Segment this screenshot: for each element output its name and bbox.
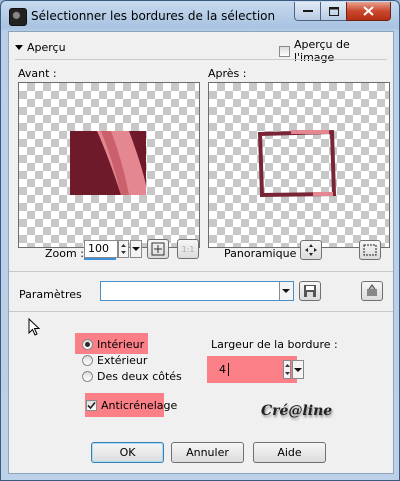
params-label: Paramètres (19, 288, 82, 301)
checkmark-icon (87, 401, 96, 410)
radio-outside-dot[interactable] (82, 355, 93, 366)
show-image-checkbox[interactable]: Aperçu de l'image (279, 38, 393, 64)
mouse-cursor-icon (28, 318, 40, 336)
title-bar[interactable]: Sélectionner les bordures de la sélectio… (1, 1, 399, 31)
chevron-down-icon (132, 247, 140, 251)
marquee-icon (363, 244, 377, 256)
params-preset-dropdown[interactable] (100, 281, 294, 301)
antialias-label: Anticrénelage (101, 399, 178, 412)
spin-arrows-icon (285, 364, 290, 375)
radio-inside-dot[interactable] (82, 339, 93, 350)
move-icon (305, 244, 317, 256)
spin-arrows-icon (121, 244, 126, 254)
save-preset-button[interactable] (299, 281, 321, 301)
divider (9, 271, 393, 272)
ok-button[interactable]: OK (91, 442, 164, 463)
help-button[interactable]: Aide (253, 442, 326, 463)
minimize-button[interactable] (294, 2, 321, 21)
zoom-fit-icon (151, 242, 165, 256)
radio-inside[interactable]: Intérieur (82, 338, 144, 351)
chevron-down-icon (294, 368, 302, 372)
before-image (70, 131, 146, 195)
after-label: Après : (208, 67, 247, 80)
cancel-button[interactable]: Annuler (171, 442, 244, 463)
show-image-label: Aperçu de l'image (293, 38, 350, 64)
chevron-down-icon (282, 289, 290, 293)
zoom-dropdown-button[interactable] (130, 240, 142, 258)
collapse-triangle-icon (15, 44, 23, 50)
border-width-dropdown-button[interactable] (292, 360, 304, 379)
antialias-checkbox[interactable]: Anticrénelage (86, 399, 177, 412)
cancel-button-label: Annuler (186, 446, 229, 459)
window-title: Sélectionner les bordures de la sélectio… (31, 9, 276, 23)
close-button[interactable] (346, 2, 391, 21)
maximize-icon (328, 6, 339, 16)
radio-inside-label: Intérieur (97, 338, 145, 351)
before-label: Avant : (18, 67, 57, 80)
zoom-value: 100 (88, 242, 109, 255)
antialias-check-box[interactable] (86, 400, 97, 411)
close-icon (363, 6, 374, 16)
divider (15, 59, 387, 60)
ok-button-label: OK (119, 446, 136, 459)
app-icon (9, 8, 27, 26)
zoom-slider-track[interactable] (84, 258, 116, 260)
text-caret (228, 363, 229, 376)
show-image-check-box[interactable] (279, 45, 290, 57)
watermark-signature: Cré@line (261, 403, 333, 419)
dialog-client-area: Aperçu Aperçu de l'image Avant : Après : (8, 31, 394, 474)
radio-both-dot[interactable] (82, 371, 93, 382)
divider (9, 311, 393, 312)
pan-button[interactable] (300, 240, 322, 260)
zoom-label: Zoom : (45, 247, 84, 260)
zoom-1to1-button[interactable]: 1:1 (177, 239, 199, 259)
after-preview[interactable] (208, 82, 390, 248)
before-preview[interactable] (18, 82, 200, 248)
save-icon (304, 285, 316, 297)
border-width-value: 4 (219, 363, 226, 376)
reset-button[interactable] (361, 281, 383, 301)
preview-toggle[interactable]: Aperçu (15, 38, 66, 56)
help-button-label: Aide (277, 446, 302, 459)
radio-outside-label: Extérieur (97, 354, 148, 367)
selection-marquee-button[interactable] (359, 240, 381, 260)
zoom-fit-button[interactable] (147, 239, 169, 259)
border-width-spinner[interactable] (283, 360, 291, 379)
after-image (257, 129, 337, 198)
reset-icon (367, 284, 377, 296)
zoom-spinner[interactable] (118, 240, 129, 258)
preview-toggle-label: Aperçu (27, 40, 66, 54)
params-dropdown-button[interactable] (279, 282, 293, 300)
zoom-1to1-label: 1:1 (181, 244, 195, 254)
border-width-input[interactable]: 4 (215, 361, 289, 379)
radio-both-label: Des deux côtés (97, 370, 182, 383)
dialog-window: Sélectionner les bordures de la sélectio… (0, 0, 400, 481)
pan-label: Panoramique : (224, 247, 304, 260)
zoom-input[interactable]: 100 (84, 240, 118, 258)
radio-both[interactable]: Des deux côtés (82, 370, 182, 383)
radio-outside[interactable]: Extérieur (82, 354, 147, 367)
minimize-icon (302, 10, 313, 12)
border-width-label: Largeur de la bordure : (211, 338, 338, 351)
maximize-button[interactable] (320, 2, 347, 21)
